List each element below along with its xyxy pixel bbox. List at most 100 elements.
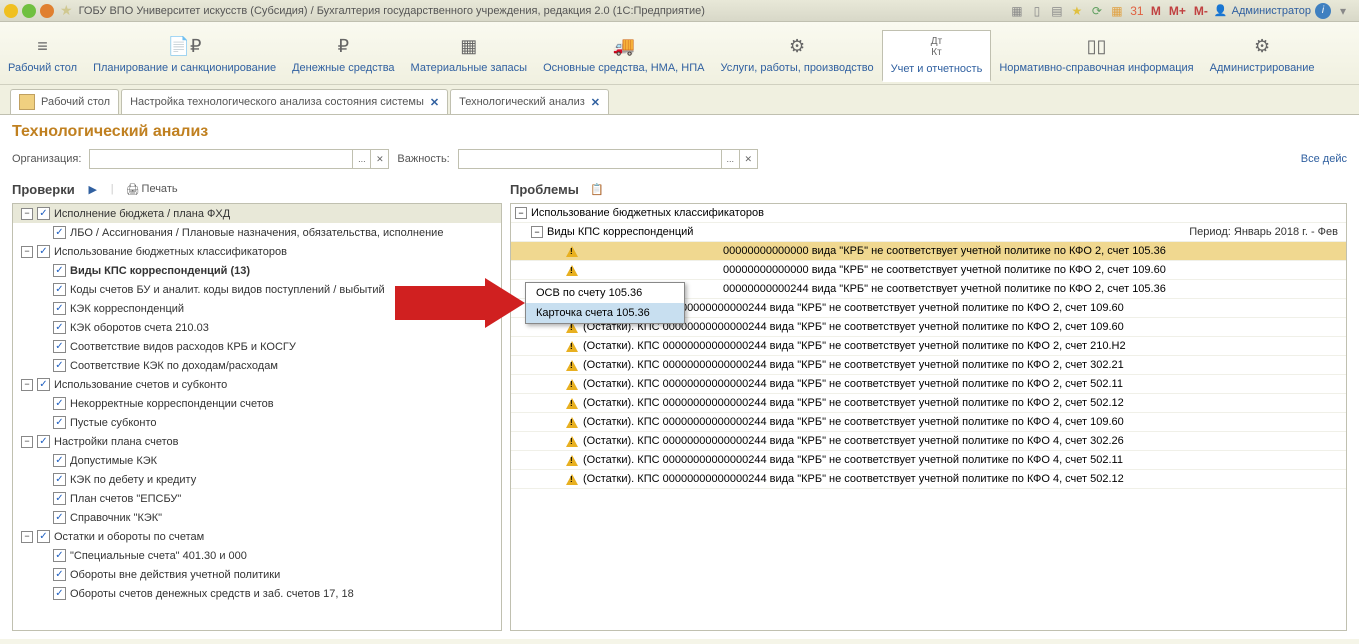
checkbox[interactable]: ✓ bbox=[53, 492, 66, 505]
tree-row[interactable]: −✓Остатки и обороты по счетам bbox=[13, 527, 501, 546]
tree-row[interactable]: ✓КЭК по дебету и кредиту bbox=[13, 470, 501, 489]
problem-subgroup-row[interactable]: − Виды КПС корреспонденций Период: Январ… bbox=[511, 223, 1346, 242]
tree-row[interactable]: ✓"Специальные счета" 401.30 и 000 bbox=[13, 546, 501, 565]
problem-row[interactable]: (Остатки). КПС 00000000000000244 вида "К… bbox=[511, 451, 1346, 470]
window-btn-min-icon[interactable] bbox=[22, 4, 36, 18]
user-link[interactable]: 👤 Администратор bbox=[1214, 4, 1311, 17]
tree-row[interactable]: ✓Обороты счетов денежных средств и заб. … bbox=[13, 584, 501, 603]
tree-row[interactable]: ✓Обороты вне действия учетной политики bbox=[13, 565, 501, 584]
tab-desktop[interactable]: Рабочий стол bbox=[10, 89, 119, 114]
favorites-icon[interactable]: ★ bbox=[1069, 3, 1085, 19]
problem-row[interactable]: 00000000000000 вида "КРБ" не соответству… bbox=[511, 242, 1346, 261]
m-button[interactable]: M bbox=[1149, 4, 1163, 18]
toolbar-icon-2[interactable]: ▯ bbox=[1029, 3, 1045, 19]
toolbar-icon-3[interactable]: ▤ bbox=[1049, 3, 1065, 19]
checkbox[interactable]: ✓ bbox=[53, 416, 66, 429]
tree-row[interactable]: ✓ЛБО / Ассигнования / Плановые назначени… bbox=[13, 223, 501, 242]
org-clear-icon[interactable]: ✕ bbox=[370, 150, 388, 168]
checkbox[interactable]: ✓ bbox=[53, 568, 66, 581]
window-btn-1c-icon[interactable] bbox=[4, 4, 18, 18]
checks-tree[interactable]: −✓Исполнение бюджета / плана ФХД✓ЛБО / А… bbox=[12, 203, 502, 631]
problem-row[interactable]: (Остатки). КПС 00000000000000244 вида "К… bbox=[511, 413, 1346, 432]
problem-group-row[interactable]: − Использование бюджетных классификаторо… bbox=[511, 204, 1346, 223]
org-input[interactable]: ... ✕ bbox=[89, 149, 389, 169]
checkbox[interactable]: ✓ bbox=[37, 245, 50, 258]
imp-input[interactable]: ... ✕ bbox=[458, 149, 758, 169]
m-plus-button[interactable]: M+ bbox=[1167, 4, 1188, 18]
calendar-icon[interactable]: 31 bbox=[1129, 3, 1145, 19]
checkbox[interactable]: ✓ bbox=[53, 359, 66, 372]
section-desktop[interactable]: ≡ Рабочий стол bbox=[0, 30, 85, 80]
tab-settings[interactable]: Настройка технологического анализа состо… bbox=[121, 89, 448, 114]
tree-row[interactable]: ✓Пустые субконто bbox=[13, 413, 501, 432]
problem-row[interactable]: (Остатки). КПС 00000000000000244 вида "К… bbox=[511, 356, 1346, 375]
window-btn-close-icon[interactable] bbox=[40, 4, 54, 18]
imp-select-icon[interactable]: ... bbox=[721, 150, 739, 168]
checkbox[interactable]: ✓ bbox=[37, 435, 50, 448]
checkbox[interactable]: ✓ bbox=[53, 473, 66, 486]
tab-analysis[interactable]: Технологический анализ ✕ bbox=[450, 89, 609, 114]
expand-icon[interactable]: − bbox=[21, 246, 33, 258]
expand-icon[interactable]: − bbox=[21, 436, 33, 448]
tree-row[interactable]: ✓Справочник "КЭК" bbox=[13, 508, 501, 527]
problems-list[interactable]: − Использование бюджетных классификаторо… bbox=[510, 203, 1347, 631]
tab-close-icon[interactable]: ✕ bbox=[430, 96, 439, 109]
checkbox[interactable]: ✓ bbox=[53, 549, 66, 562]
info-icon[interactable]: i bbox=[1315, 3, 1331, 19]
section-reference[interactable]: ▯▯ Нормативно-справочная информация bbox=[991, 30, 1201, 80]
favorites-star-icon[interactable]: ★ bbox=[60, 2, 73, 19]
expand-icon[interactable]: − bbox=[21, 208, 33, 220]
org-select-icon[interactable]: ... bbox=[352, 150, 370, 168]
tree-row[interactable]: ✓Некорректные корреспонденции счетов bbox=[13, 394, 501, 413]
m-minus-button[interactable]: M- bbox=[1192, 4, 1210, 18]
problem-row[interactable]: (Остатки). КПС 00000000000000244 вида "К… bbox=[511, 470, 1346, 489]
checkbox[interactable]: ✓ bbox=[53, 226, 66, 239]
history-icon[interactable]: ⟳ bbox=[1089, 3, 1105, 19]
section-inventory[interactable]: ▦ Материальные запасы bbox=[403, 30, 536, 80]
tree-row[interactable]: −✓Исполнение бюджета / плана ФХД bbox=[13, 204, 501, 223]
imp-clear-icon[interactable]: ✕ bbox=[739, 150, 757, 168]
checkbox[interactable]: ✓ bbox=[53, 283, 66, 296]
context-osv[interactable]: ОСВ по счету 105.36 bbox=[526, 283, 684, 303]
expand-icon[interactable]: − bbox=[21, 379, 33, 391]
tree-row[interactable]: ✓Соответствие КЭК по доходам/расходам bbox=[13, 356, 501, 375]
checkbox[interactable]: ✓ bbox=[53, 302, 66, 315]
section-planning[interactable]: 📄₽ Планирование и санкционирование bbox=[85, 30, 284, 80]
tree-row[interactable]: ✓Соответствие видов расходов КРБ и КОСГУ bbox=[13, 337, 501, 356]
toolbar-icon-1[interactable]: ▦ bbox=[1009, 3, 1025, 19]
checkbox[interactable]: ✓ bbox=[37, 378, 50, 391]
problem-row[interactable]: (Остатки). КПС 00000000000000244 вида "К… bbox=[511, 375, 1346, 394]
collapse-icon[interactable]: − bbox=[531, 226, 543, 238]
problem-row[interactable]: (Остатки). КПС 00000000000000244 вида "К… bbox=[511, 394, 1346, 413]
problem-row[interactable]: (Остатки). КПС 00000000000000244 вида "К… bbox=[511, 432, 1346, 451]
problem-row[interactable]: 00000000000000 вида "КРБ" не соответству… bbox=[511, 261, 1346, 280]
checkbox[interactable]: ✓ bbox=[53, 321, 66, 334]
all-actions-link[interactable]: Все дейс bbox=[1301, 153, 1347, 165]
tree-row[interactable]: −✓Использование счетов и субконто bbox=[13, 375, 501, 394]
refresh-icon[interactable]: ▶ bbox=[83, 179, 103, 199]
tree-row[interactable]: ✓Допустимые КЭК bbox=[13, 451, 501, 470]
tree-row[interactable]: −✓Использование бюджетных классификаторо… bbox=[13, 242, 501, 261]
dropdown-icon[interactable]: ▾ bbox=[1335, 3, 1351, 19]
checkbox[interactable]: ✓ bbox=[53, 340, 66, 353]
expand-icon[interactable]: − bbox=[21, 531, 33, 543]
section-assets[interactable]: 🚚 Основные средства, НМА, НПА bbox=[535, 30, 712, 80]
checkbox[interactable]: ✓ bbox=[53, 397, 66, 410]
section-admin[interactable]: ⚙ Администрирование bbox=[1202, 30, 1323, 80]
copy-icon[interactable]: 📋 bbox=[587, 179, 607, 199]
section-services[interactable]: ⚙ Услуги, работы, производство bbox=[712, 30, 881, 80]
tree-row[interactable]: −✓Настройки плана счетов bbox=[13, 432, 501, 451]
section-money[interactable]: ₽ Денежные средства bbox=[284, 30, 402, 80]
checkbox[interactable]: ✓ bbox=[37, 530, 50, 543]
tab-close-icon[interactable]: ✕ bbox=[591, 96, 600, 109]
checkbox[interactable]: ✓ bbox=[53, 454, 66, 467]
checkbox[interactable]: ✓ bbox=[53, 264, 66, 277]
calculator-icon[interactable]: ▦ bbox=[1109, 3, 1125, 19]
collapse-icon[interactable]: − bbox=[515, 207, 527, 219]
print-button[interactable]: 🖨 Печать bbox=[122, 181, 182, 198]
section-accounting[interactable]: ДтКт Учет и отчетность bbox=[882, 30, 992, 82]
tree-row[interactable]: ✓План счетов "ЕПСБУ" bbox=[13, 489, 501, 508]
checkbox[interactable]: ✓ bbox=[53, 511, 66, 524]
checkbox[interactable]: ✓ bbox=[37, 207, 50, 220]
checkbox[interactable]: ✓ bbox=[53, 587, 66, 600]
